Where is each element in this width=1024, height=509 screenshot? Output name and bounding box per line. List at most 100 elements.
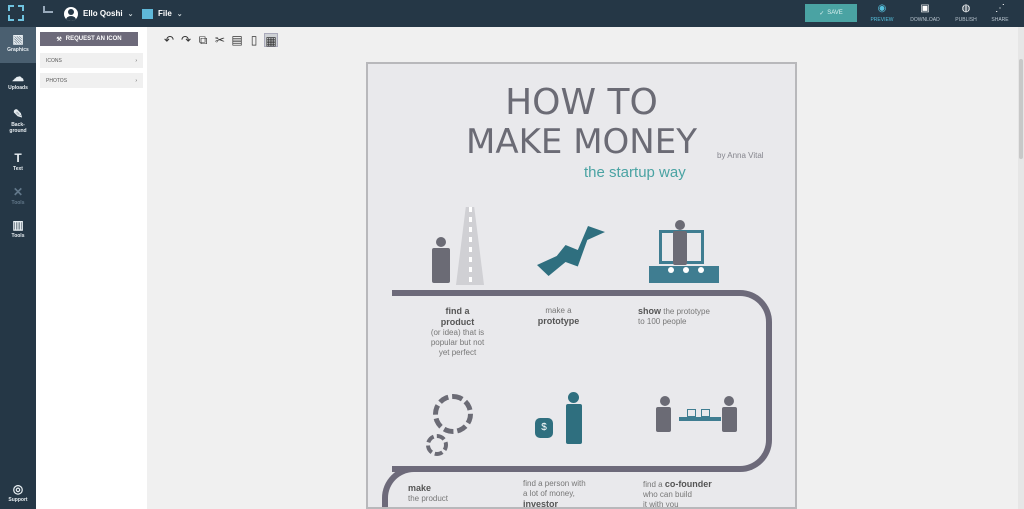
request-label: REQUEST AN ICON	[65, 36, 122, 42]
step-find-investor: find a person with a lot of money, inves…	[523, 479, 613, 507]
step-find-product: find a product (or idea) that is popular…	[410, 306, 505, 358]
investor-icon	[566, 404, 582, 444]
user-name: Ello Qoshi	[83, 9, 123, 18]
audience-head-icon	[668, 267, 674, 273]
user-menu[interactable]: Ello Qoshi ⌄	[64, 5, 133, 22]
sidebar-item-label: Back- ground	[9, 122, 27, 134]
laptop-icon	[687, 409, 696, 417]
brush-icon: ✎	[12, 107, 24, 121]
sidebar-item-label: Tools	[11, 200, 25, 206]
save-button[interactable]: ✓ SAVE	[805, 4, 857, 22]
sidebar-item-label: Tools	[11, 233, 25, 239]
step-make-prototype: make a prototype	[521, 306, 596, 327]
request-icon: ⚒	[56, 36, 62, 43]
text-icon: T	[14, 151, 22, 165]
sidebar-item-background[interactable]: ✎ Back- ground	[0, 102, 36, 146]
check-icon: ✓	[819, 10, 825, 17]
image-icon: ▧	[12, 32, 24, 46]
person-icon	[432, 248, 450, 283]
delete-icon[interactable]: ▯	[247, 33, 261, 47]
left-sidebar: ▧ Graphics ☁ Uploads ✎ Back- ground T Te…	[0, 27, 36, 509]
step-text: (or idea) that is popular but not yet pe…	[430, 328, 485, 357]
subtitle: the startup way	[584, 164, 686, 181]
presenter-head-icon	[675, 220, 685, 230]
step-show-prototype: show the prototype to 100 people	[638, 306, 748, 327]
icons-label: ICONS	[46, 57, 62, 64]
audience-head-icon	[683, 267, 689, 273]
download-icon: ▣	[920, 3, 930, 14]
publish-label: PUBLISH	[955, 17, 977, 23]
step-text: find a	[643, 480, 663, 489]
globe-icon: ◍	[961, 3, 971, 14]
road-line-icon	[469, 207, 472, 285]
chevron-right-icon: ›	[135, 77, 137, 84]
step-bold-text: make	[408, 483, 432, 493]
sidebar-item-label: Graphics	[7, 47, 29, 53]
request-icon-button[interactable]: ⚒ REQUEST AN ICON	[40, 32, 138, 46]
design-canvas[interactable]: HOW TO MAKE MONEY by Anna Vital the star…	[366, 62, 797, 509]
vertical-scrollbar[interactable]	[1018, 27, 1024, 509]
sidebar-item-uploads[interactable]: ☁ Uploads	[0, 65, 36, 101]
founder-head-icon	[724, 396, 734, 406]
cofounder-head-icon	[660, 396, 670, 406]
sidebar-item-support[interactable]: ◎ Support	[0, 477, 36, 509]
undo-icon[interactable]: ↶	[162, 33, 176, 47]
sidebar-item-label: Support	[8, 497, 28, 503]
laptop-icon	[701, 409, 710, 417]
share-button[interactable]: ⋰ SHARE	[980, 2, 1020, 26]
avatar	[64, 6, 78, 21]
table-icon	[679, 417, 721, 421]
icon-panel: ⚒ REQUEST AN ICON ICONS › PHOTOS ›	[36, 27, 147, 509]
bar-chart-logo-icon	[40, 6, 56, 22]
cut-icon[interactable]: ✂	[213, 33, 227, 47]
scrollbar-thumb[interactable]	[1019, 59, 1023, 159]
step-text: the product	[408, 494, 449, 503]
download-button[interactable]: ▣ DOWNLOAD	[905, 2, 945, 26]
title-line-1: HOW TO	[505, 82, 658, 123]
sidebar-item-text[interactable]: T Text	[0, 146, 36, 182]
eye-icon: ◉	[877, 3, 887, 14]
small-gear-icon	[426, 434, 448, 456]
lifebuoy-icon: ◎	[12, 482, 24, 496]
byline: by Anna Vital	[717, 151, 764, 160]
audience-head-icon	[698, 267, 704, 273]
redo-icon[interactable]: ↷	[179, 33, 193, 47]
cofounder-icon	[656, 407, 671, 432]
sidebar-item-tools[interactable]: ▥ Tools	[0, 213, 36, 249]
sidebar-item-label: Uploads	[8, 85, 28, 91]
money-bag-icon: $	[535, 418, 553, 438]
step-bold-text: co-founder	[664, 479, 712, 489]
sidebar-item-graphics[interactable]: ▧ Graphics	[0, 27, 36, 63]
investor-head-icon	[568, 392, 579, 403]
grid-icon[interactable]: ▦	[264, 33, 278, 48]
close-icon: ✕	[12, 185, 24, 199]
cloud-upload-icon: ☁	[12, 70, 24, 84]
copy-icon[interactable]: ⧉	[196, 33, 210, 47]
share-icon: ⋰	[995, 3, 1005, 14]
icons-category[interactable]: ICONS ›	[40, 53, 143, 68]
file-menu[interactable]: File ⌄	[142, 5, 183, 22]
founder-icon	[722, 407, 737, 432]
preview-button[interactable]: ◉ PREVIEW	[862, 2, 902, 26]
share-label: SHARE	[991, 17, 1009, 23]
file-icon	[142, 8, 153, 19]
save-label: SAVE	[827, 10, 843, 16]
step-text: find a person with a lot of money,	[523, 479, 586, 498]
toolbox-icon: ▥	[12, 218, 24, 232]
step-find-cofounder: find a co-founder who can build it with …	[643, 479, 743, 509]
step-make-product: make the product	[408, 483, 478, 504]
preview-label: PREVIEW	[870, 17, 894, 23]
presenter-icon	[673, 231, 687, 265]
step-text: who can build it with you	[643, 490, 692, 509]
app-logo-icon[interactable]	[8, 5, 24, 21]
paste-icon[interactable]: ▤	[230, 33, 244, 47]
person-head-icon	[436, 237, 446, 247]
step-bold-text: prototype	[537, 316, 580, 326]
photos-category[interactable]: PHOTOS ›	[40, 73, 143, 88]
step-text: make a	[545, 306, 572, 315]
top-bar: Ello Qoshi ⌄ File ⌄ ✓ SAVE ◉ PREVIEW ▣ D…	[0, 0, 1024, 27]
gear-icon	[433, 394, 473, 434]
download-label: DOWNLOAD	[910, 17, 940, 23]
file-label: File	[158, 9, 172, 18]
step-bold-text: show	[638, 306, 662, 316]
